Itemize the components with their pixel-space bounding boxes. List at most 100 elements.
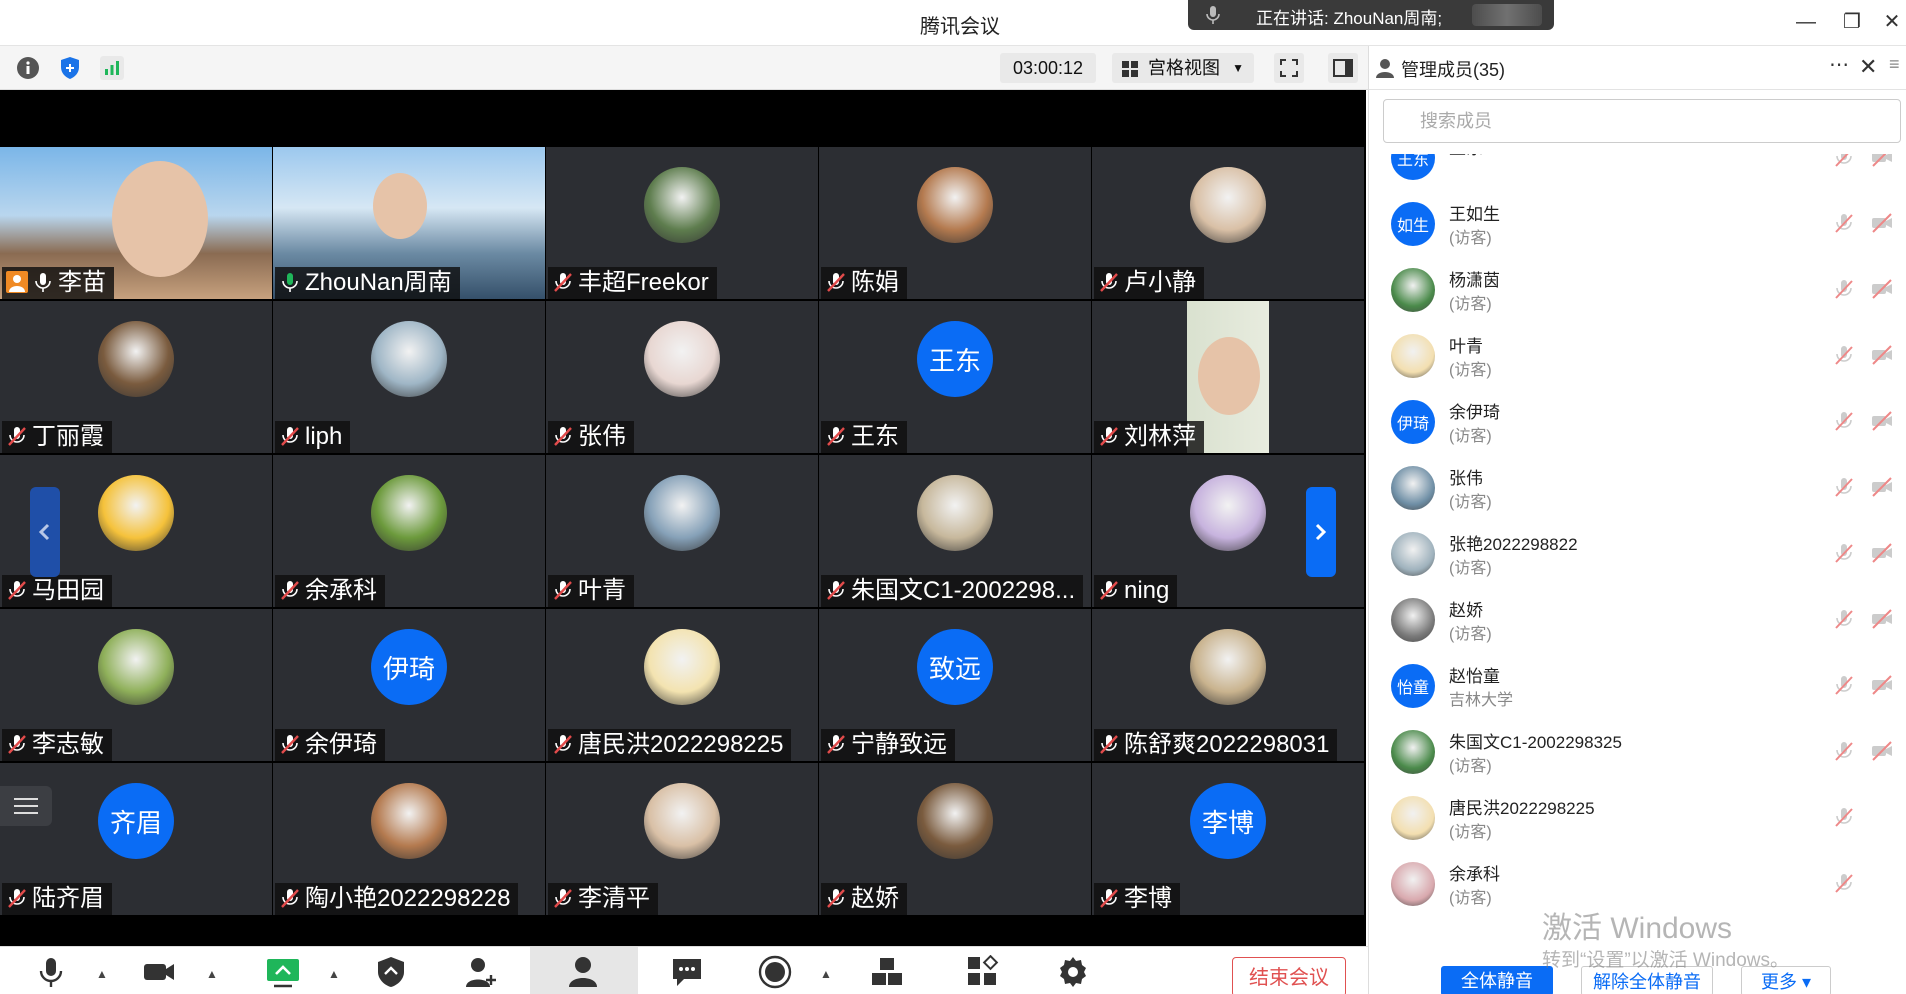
participant-tile[interactable]: 丰超Freekor bbox=[546, 147, 818, 299]
chevron-up-icon[interactable]: ▲ bbox=[96, 967, 108, 981]
member-row[interactable]: 叶青 (访客) bbox=[1369, 322, 1906, 388]
member-mic-muted-icon[interactable] bbox=[1833, 278, 1855, 300]
member-camera-off-icon[interactable] bbox=[1871, 278, 1893, 300]
participant-tile[interactable]: 李苗 bbox=[0, 147, 272, 299]
member-camera-off-icon[interactable] bbox=[1871, 608, 1893, 630]
list-toggle-button[interactable] bbox=[0, 786, 52, 826]
next-page-button[interactable] bbox=[1306, 487, 1336, 577]
member-row[interactable]: 怡童 赵怡童 吉林大学 bbox=[1369, 652, 1906, 718]
member-row[interactable]: 唐民洪2022298225 (访客) bbox=[1369, 784, 1906, 850]
apps-button[interactable] bbox=[966, 955, 1000, 989]
member-mic-muted-icon[interactable] bbox=[1833, 410, 1855, 432]
settings-gear-button[interactable] bbox=[1056, 955, 1090, 989]
mic-muted-icon bbox=[281, 427, 299, 446]
participant-avatar bbox=[1190, 167, 1266, 243]
participant-tile[interactable]: 致远 宁静致远 bbox=[819, 609, 1091, 761]
participant-name-label: 朱国文C1-2002298... bbox=[821, 575, 1084, 607]
signal-icon[interactable] bbox=[100, 56, 124, 80]
restore-button[interactable]: ❐ bbox=[1838, 10, 1866, 34]
minimize-button[interactable]: — bbox=[1792, 10, 1820, 34]
video-stage: 李苗 ZhouNan周南 丰超Freekor 陈娟 卢小静丁丽霞 liph 张伟 王东 王东 刘林… bbox=[0, 90, 1366, 946]
member-row[interactable]: 张伟 (访客) bbox=[1369, 454, 1906, 520]
member-row[interactable]: 伊琦 余伊琦 (访客) bbox=[1369, 388, 1906, 454]
member-mic-muted-icon[interactable] bbox=[1833, 872, 1855, 894]
mic-on-icon bbox=[35, 273, 51, 292]
participant-tile[interactable]: 李博 李博 bbox=[1092, 763, 1364, 915]
member-camera-off-icon[interactable] bbox=[1871, 212, 1893, 234]
close-panel-icon[interactable]: ✕ bbox=[1859, 54, 1877, 80]
prev-page-button[interactable] bbox=[30, 487, 60, 577]
member-row[interactable]: 赵娇 (访客) bbox=[1369, 586, 1906, 652]
participant-tile[interactable]: 唐民洪2022298225 bbox=[546, 609, 818, 761]
member-camera-off-icon[interactable] bbox=[1871, 410, 1893, 432]
participant-tile[interactable]: 刘林萍 bbox=[1092, 301, 1364, 453]
info-icon[interactable] bbox=[16, 56, 40, 80]
member-row[interactable]: 杨潇茵 (访客) bbox=[1369, 256, 1906, 322]
participant-name: 宁静致远 bbox=[851, 731, 947, 758]
member-mic-muted-icon[interactable] bbox=[1833, 344, 1855, 366]
member-camera-off-icon[interactable] bbox=[1871, 344, 1893, 366]
security-button[interactable] bbox=[374, 955, 408, 989]
member-avatar bbox=[1391, 532, 1435, 576]
chevron-up-icon[interactable]: ▲ bbox=[820, 967, 832, 981]
view-mode-dropdown[interactable]: 宫格视图 ▼ bbox=[1112, 53, 1254, 83]
member-row[interactable]: 朱国文C1-2002298325 (访客) bbox=[1369, 718, 1906, 784]
participant-name: 陆齐眉 bbox=[32, 885, 104, 912]
invite-button[interactable] bbox=[464, 955, 498, 989]
member-mic-muted-icon[interactable] bbox=[1833, 806, 1855, 828]
panel-menu-icon[interactable]: ≡ bbox=[1889, 54, 1900, 75]
member-mic-muted-icon[interactable] bbox=[1833, 674, 1855, 696]
member-mic-muted-icon[interactable] bbox=[1833, 212, 1855, 234]
security-shield-icon[interactable] bbox=[58, 56, 82, 80]
member-mic-muted-icon[interactable] bbox=[1833, 740, 1855, 762]
participant-tile[interactable]: 李志敏 bbox=[0, 609, 272, 761]
participant-tile[interactable]: 赵娇 bbox=[819, 763, 1091, 915]
more-options-icon[interactable]: ⋯ bbox=[1829, 52, 1849, 77]
members-button[interactable] bbox=[530, 947, 638, 994]
mic-button[interactable] bbox=[34, 955, 68, 989]
member-row[interactable]: 王东 王东 bbox=[1369, 154, 1906, 190]
participant-tile[interactable]: 叶青 bbox=[546, 455, 818, 607]
search-members-input[interactable] bbox=[1383, 99, 1901, 143]
participant-tile[interactable]: 余承科 bbox=[273, 455, 545, 607]
participant-tile[interactable]: 陈娟 bbox=[819, 147, 1091, 299]
fullscreen-button[interactable] bbox=[1274, 53, 1304, 83]
participant-tile[interactable]: 伊琦 余伊琦 bbox=[273, 609, 545, 761]
participant-tile[interactable]: 朱国文C1-2002298... bbox=[819, 455, 1091, 607]
chevron-up-icon[interactable]: ▲ bbox=[206, 967, 218, 981]
participant-tile[interactable]: 丁丽霞 bbox=[0, 301, 272, 453]
end-meeting-button[interactable]: 结束会议 bbox=[1232, 957, 1346, 994]
member-role: (访客) bbox=[1449, 494, 1492, 511]
participant-tile[interactable]: 陈舒爽2022298031 bbox=[1092, 609, 1364, 761]
share-screen-button[interactable] bbox=[266, 955, 300, 989]
member-mic-muted-icon[interactable] bbox=[1833, 476, 1855, 498]
chat-button[interactable] bbox=[670, 955, 704, 989]
participant-tile[interactable]: 陶小艳2022298228 bbox=[273, 763, 545, 915]
member-mic-muted-icon[interactable] bbox=[1833, 542, 1855, 564]
sidebar-toggle-button[interactable] bbox=[1328, 53, 1358, 83]
member-row[interactable]: 张艳2022298822 (访客) bbox=[1369, 520, 1906, 586]
layout-button[interactable] bbox=[870, 955, 904, 989]
participant-tile[interactable]: 王东 王东 bbox=[819, 301, 1091, 453]
member-mic-muted-icon[interactable] bbox=[1833, 608, 1855, 630]
close-window-button[interactable]: ✕ bbox=[1878, 10, 1906, 34]
member-mic-muted-icon[interactable] bbox=[1833, 154, 1855, 168]
member-camera-off-icon[interactable] bbox=[1871, 740, 1893, 762]
member-name: 朱国文C1-2002298325 bbox=[1449, 733, 1622, 752]
participant-tile[interactable]: ZhouNan周南 bbox=[273, 147, 545, 299]
participant-tile[interactable]: liph bbox=[273, 301, 545, 453]
participant-tile[interactable]: 张伟 bbox=[546, 301, 818, 453]
participant-avatar bbox=[917, 167, 993, 243]
member-name: 赵娇 bbox=[1449, 601, 1483, 620]
participant-tile[interactable]: 李清平 bbox=[546, 763, 818, 915]
member-camera-off-icon[interactable] bbox=[1871, 476, 1893, 498]
record-button[interactable] bbox=[758, 955, 792, 989]
participant-tile[interactable]: 卢小静 bbox=[1092, 147, 1364, 299]
camera-button[interactable] bbox=[142, 955, 176, 989]
member-row[interactable]: 如生 王如生 (访客) bbox=[1369, 190, 1906, 256]
member-camera-off-icon[interactable] bbox=[1871, 154, 1893, 168]
chevron-up-icon[interactable]: ▲ bbox=[328, 967, 340, 981]
member-camera-off-icon[interactable] bbox=[1871, 542, 1893, 564]
mute-all-button[interactable]: 全体静音 bbox=[1441, 966, 1553, 994]
member-camera-off-icon[interactable] bbox=[1871, 674, 1893, 696]
